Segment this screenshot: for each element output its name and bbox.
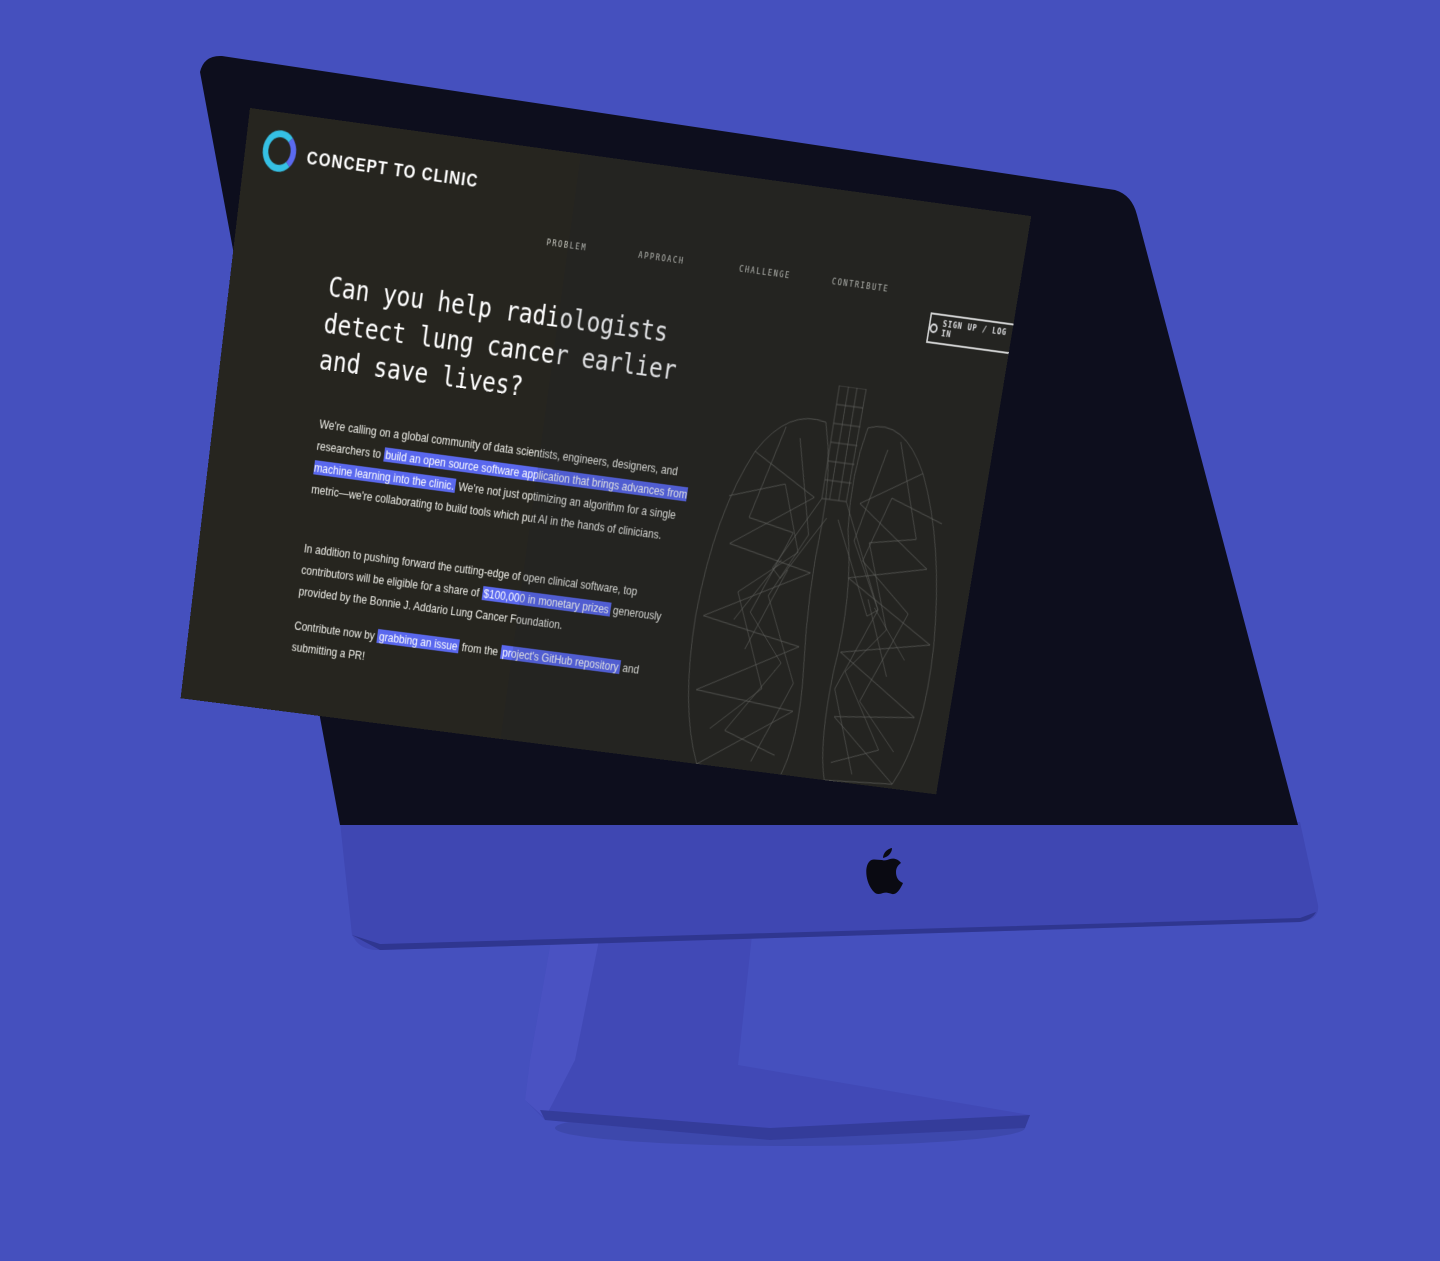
grabbing-an-issue-link[interactable]: grabbing an issue [376, 629, 460, 654]
page-background: CONCEPT TO CLINIC PROBLEM APPROACH CHALL… [0, 0, 1440, 1261]
concept-to-clinic-ring-logo-icon[interactable] [260, 128, 299, 174]
imac-chin [340, 822, 1319, 951]
screen-glare [500, 153, 1032, 795]
brand-name[interactable]: CONCEPT TO CLINIC [305, 148, 479, 193]
p3-text-middle: from the [458, 639, 502, 659]
p3-text-before: Contribute now by [293, 618, 379, 643]
imac-stand [525, 935, 1030, 1140]
screen-content: CONCEPT TO CLINIC PROBLEM APPROACH CHALL… [180, 108, 1032, 795]
